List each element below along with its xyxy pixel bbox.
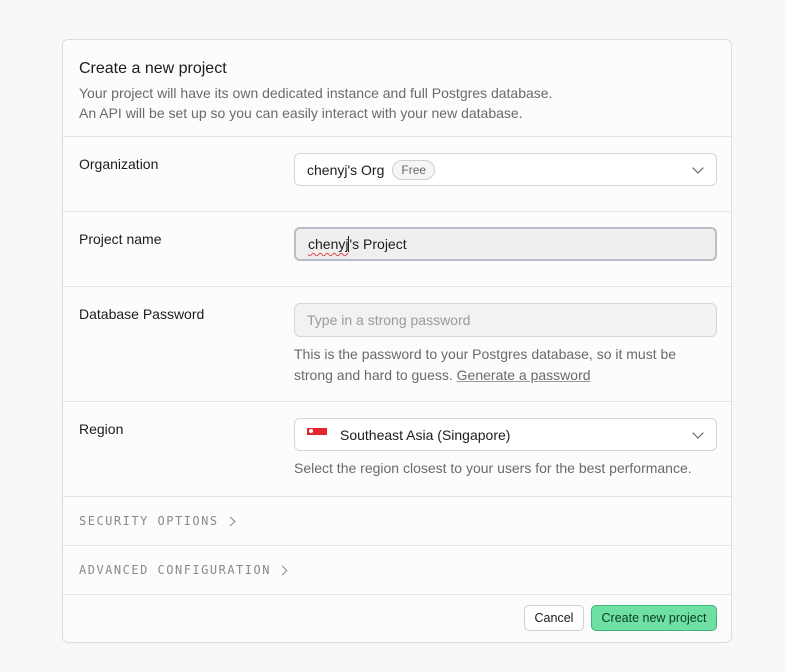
project-name-value-rest: 's Project bbox=[349, 236, 407, 252]
page-description-line-1: Your project will have its own dedicated… bbox=[79, 85, 553, 101]
database-password-placeholder: Type in a strong password bbox=[307, 312, 471, 328]
page-description-line-2: An API will be set up so you can easily … bbox=[79, 105, 523, 121]
page-title: Create a new project bbox=[79, 60, 227, 77]
create-project-button[interactable]: Create new project bbox=[591, 605, 717, 631]
chevron-down-icon bbox=[692, 427, 704, 439]
database-password-label: Database Password bbox=[79, 306, 205, 322]
project-name-label: Project name bbox=[79, 231, 162, 247]
region-select[interactable]: Southeast Asia (Singapore) bbox=[294, 418, 717, 451]
project-name-row: Project name chenyj's Project bbox=[63, 212, 731, 287]
project-name-input[interactable]: chenyj's Project bbox=[294, 227, 717, 261]
advanced-configuration-label: ADVANCED CONFIGURATION bbox=[79, 563, 271, 577]
database-password-help: This is the password to your Postgres da… bbox=[294, 344, 717, 386]
generate-password-link[interactable]: Generate a password bbox=[457, 367, 591, 383]
password-help-line-2: strong and hard to guess. bbox=[294, 367, 453, 383]
organization-row: Organization chenyj's Org Free bbox=[63, 137, 731, 212]
organization-label: Organization bbox=[79, 156, 159, 172]
database-password-input[interactable]: Type in a strong password bbox=[294, 303, 717, 337]
project-name-misspelled-word: chenyj bbox=[308, 236, 349, 252]
region-help: Select the region closest to your users … bbox=[294, 460, 692, 476]
security-options-label: SECURITY OPTIONS bbox=[79, 514, 219, 528]
database-password-row: Database Password Type in a strong passw… bbox=[63, 287, 731, 402]
region-label: Region bbox=[79, 421, 124, 437]
chevron-down-icon bbox=[692, 162, 704, 174]
plan-badge: Free bbox=[392, 159, 436, 180]
chevron-right-icon bbox=[225, 516, 236, 526]
security-options-toggle[interactable]: SECURITY OPTIONS bbox=[63, 497, 731, 546]
region-row: Region Southeast Asia (Singapore) Select… bbox=[63, 402, 731, 497]
organization-select[interactable]: chenyj's Org Free bbox=[294, 153, 717, 186]
create-project-card: Create a new project Your project will h… bbox=[62, 39, 732, 643]
chevron-right-icon bbox=[277, 565, 288, 575]
card-header: Create a new project Your project will h… bbox=[63, 40, 731, 137]
password-help-line-1: This is the password to your Postgres da… bbox=[294, 346, 677, 362]
region-value: Southeast Asia (Singapore) bbox=[340, 426, 511, 443]
card-footer: Cancel Create new project bbox=[63, 594, 731, 642]
singapore-flag-icon bbox=[307, 427, 327, 442]
advanced-configuration-toggle[interactable]: ADVANCED CONFIGURATION bbox=[63, 546, 731, 595]
organization-value: chenyj's Org bbox=[307, 161, 385, 178]
cancel-button[interactable]: Cancel bbox=[524, 605, 584, 631]
